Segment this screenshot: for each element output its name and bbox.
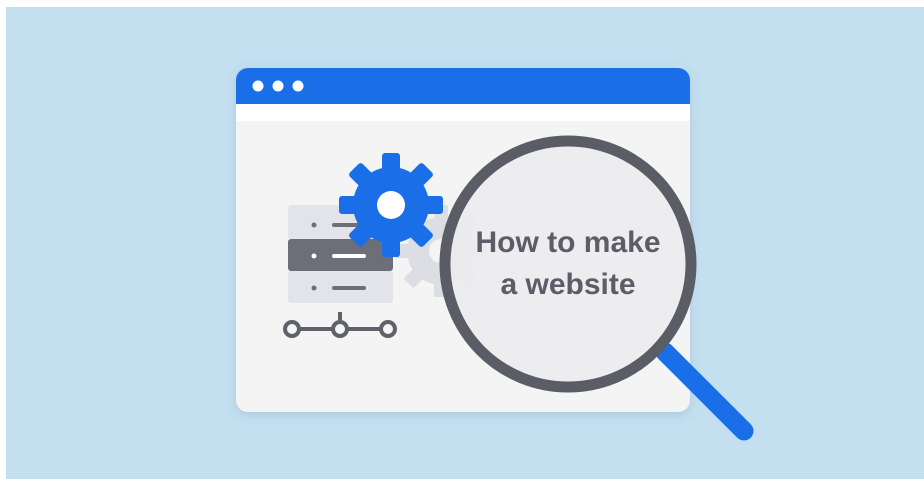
window-titlebar xyxy=(236,68,690,104)
three-dots-icon xyxy=(252,80,304,92)
headline: How to make a website xyxy=(452,222,684,306)
window-address-strip xyxy=(236,104,690,121)
primary-gear-icon xyxy=(339,153,443,257)
headline-line-2: a website xyxy=(500,268,636,301)
headline-line-1: How to make xyxy=(475,226,661,259)
hero-illustration: How to make a website xyxy=(0,0,924,488)
